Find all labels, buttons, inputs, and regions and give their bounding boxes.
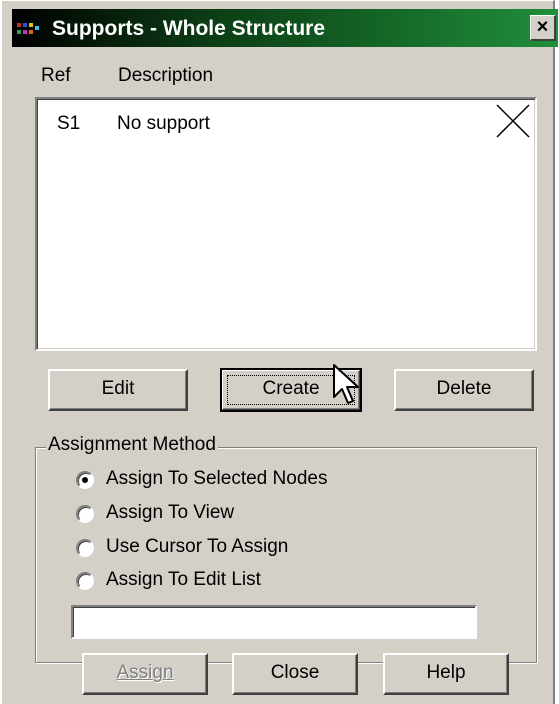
help-button[interactable]: Help [383, 653, 509, 695]
list-item[interactable]: S1 No support [37, 113, 535, 139]
radio-button-icon[interactable] [76, 572, 94, 590]
edit-button[interactable]: Edit [48, 369, 188, 411]
radio-selected-dot [82, 477, 88, 483]
close-button[interactable]: Close [232, 653, 358, 695]
radio-label: Use Cursor To Assign [106, 536, 289, 557]
supports-list[interactable]: S1 No support [35, 97, 537, 351]
radio-label: Assign To Edit List [106, 569, 261, 590]
close-icon: × [536, 16, 549, 38]
help-button-label: Help [426, 662, 466, 683]
x-cross-icon [496, 104, 530, 138]
column-header-description: Description [118, 65, 214, 86]
mouse-pointer-icon [333, 364, 359, 404]
edit-list-input[interactable] [71, 605, 477, 639]
supports-dialog: Supports - Whole Structure × Ref Descrip… [0, 0, 558, 704]
edit-button-label: Edit [101, 378, 135, 399]
row-description: No support [117, 113, 210, 134]
column-header-ref: Ref [41, 65, 71, 86]
radio-button-icon[interactable] [76, 505, 94, 523]
close-window-button[interactable]: × [530, 15, 556, 41]
radio-button-icon[interactable] [76, 471, 94, 489]
title-bar[interactable]: Supports - Whole Structure × [12, 9, 558, 47]
delete-button[interactable]: Delete [394, 369, 534, 411]
assign-button[interactable]: Assign [82, 653, 208, 695]
assignment-method-label: Assignment Method [46, 434, 218, 456]
app-icon [17, 23, 39, 34]
radio-label: Assign To View [106, 502, 235, 523]
window-title: Supports - Whole Structure [52, 17, 325, 40]
radio-button-icon[interactable] [76, 539, 94, 557]
row-ref: S1 [57, 113, 81, 134]
close-button-label: Close [270, 662, 320, 683]
assign-button-label: Assign [116, 662, 174, 683]
radio-label: Assign To Selected Nodes [106, 468, 328, 489]
delete-button-label: Delete [436, 378, 492, 399]
